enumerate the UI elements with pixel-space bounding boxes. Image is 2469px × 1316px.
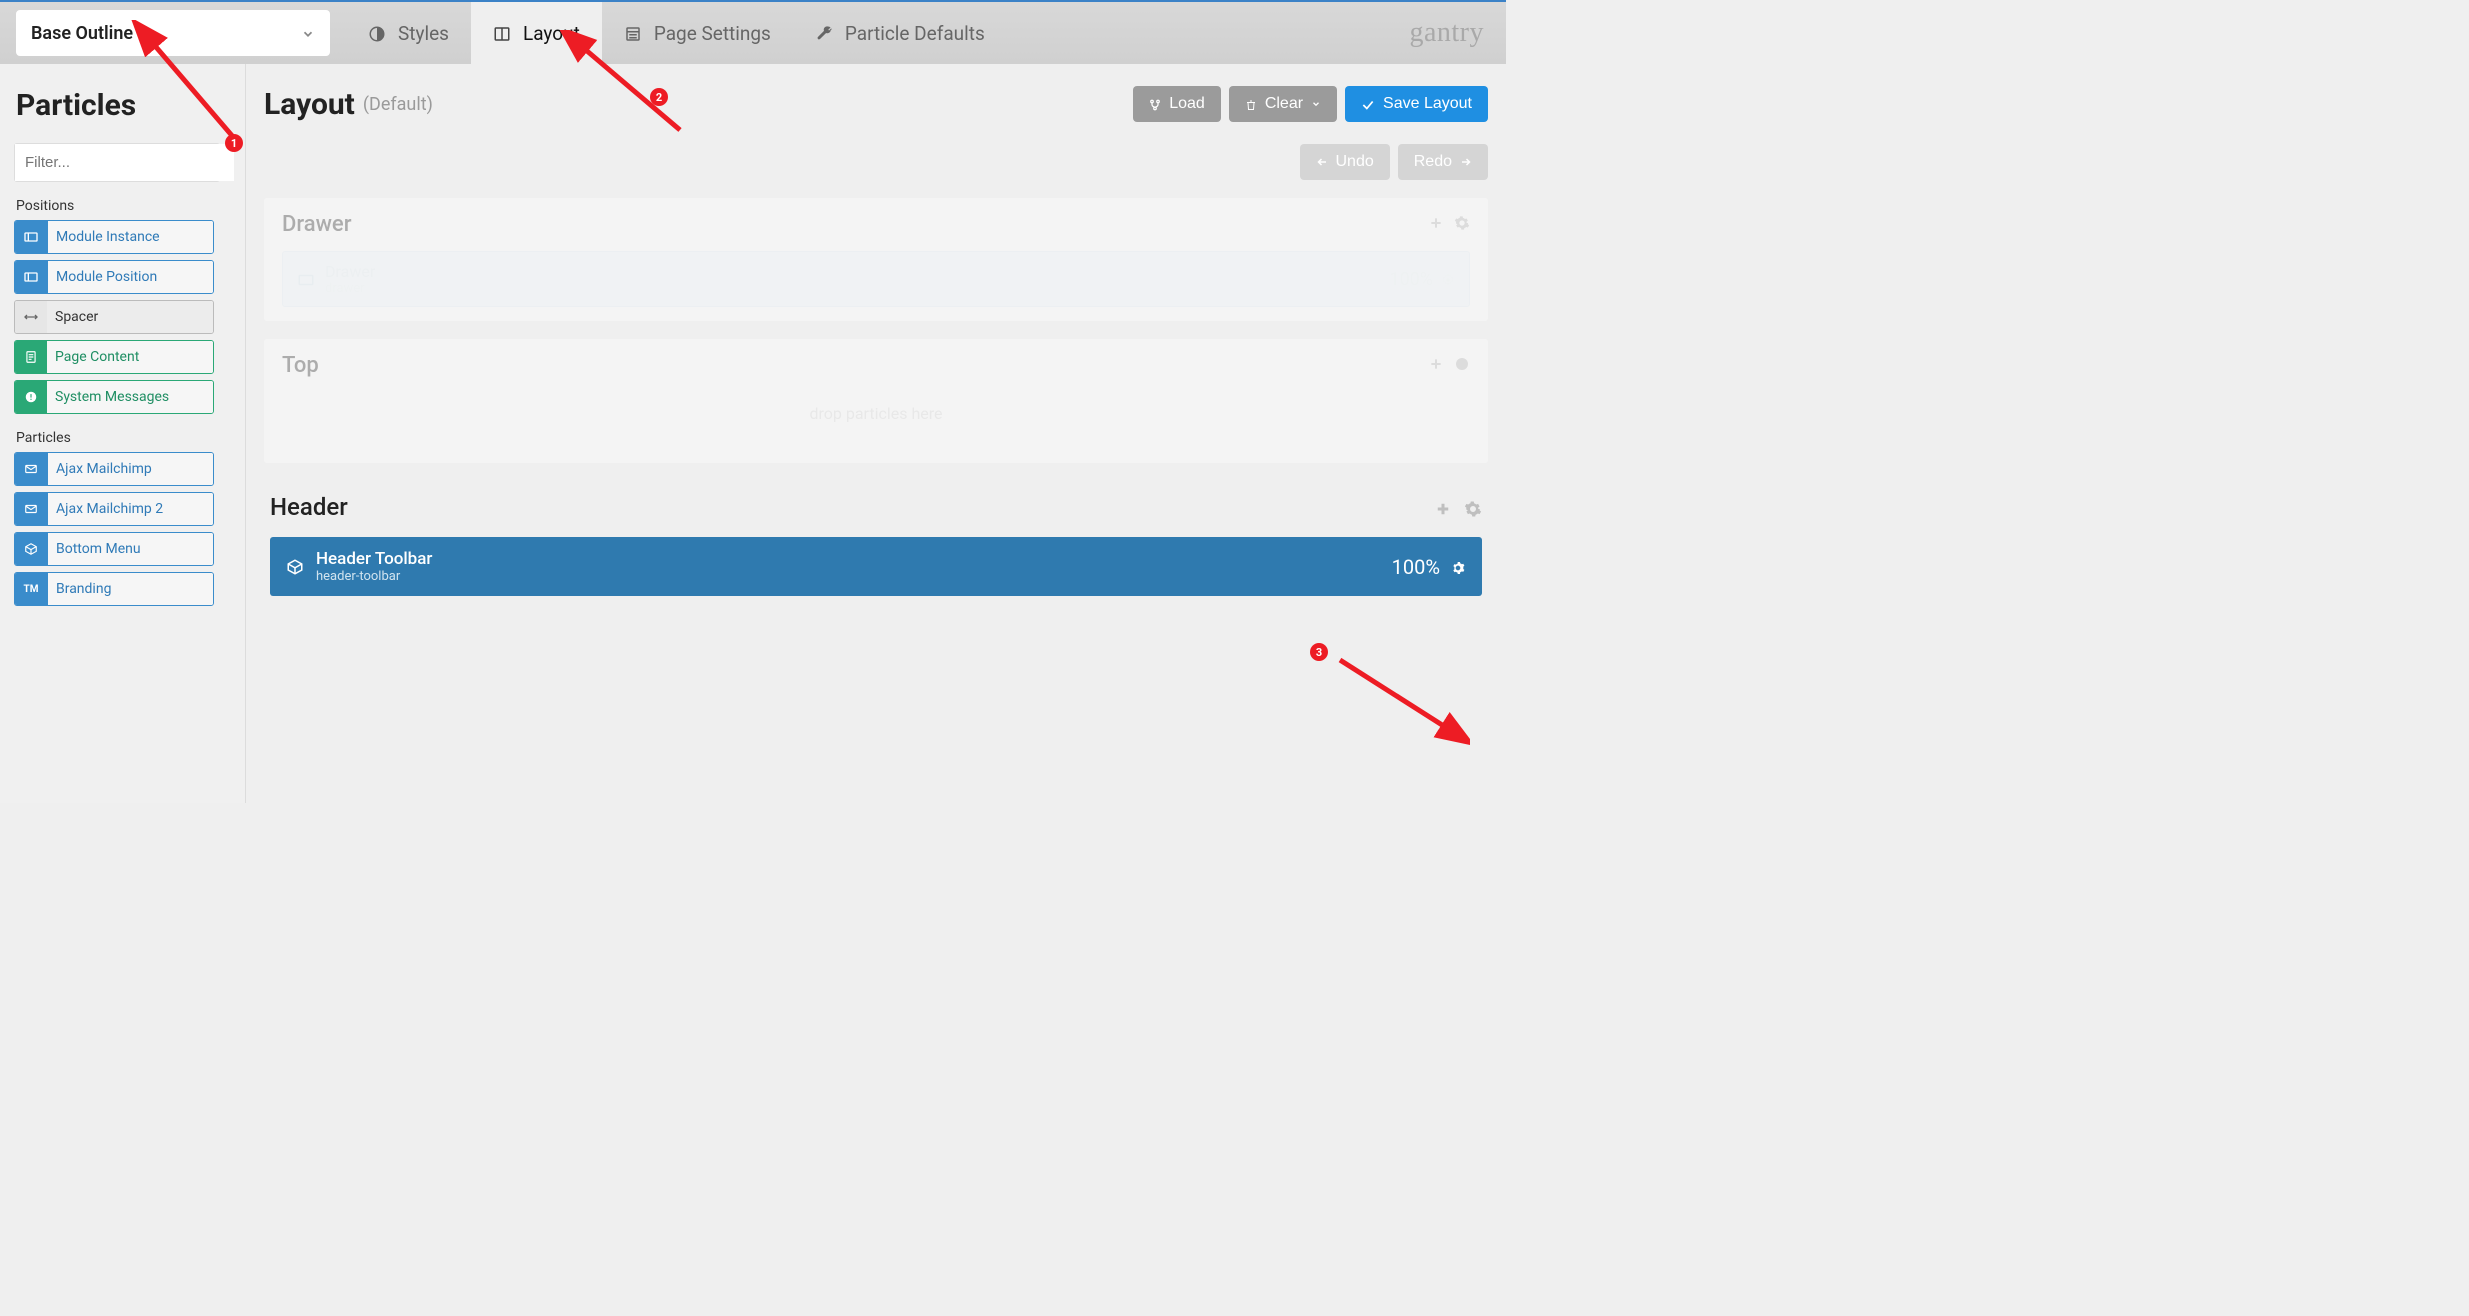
columns-icon — [493, 22, 511, 45]
search-icon[interactable] — [234, 153, 246, 172]
branding-icon: TM — [15, 573, 47, 605]
section-header: Header Header Toolbar header-toolbar 100… — [264, 493, 1488, 596]
page-icon — [624, 22, 642, 45]
tab-page-settings-label: Page Settings — [654, 22, 771, 45]
positions-label: Positions — [16, 198, 231, 214]
trash-icon — [1245, 96, 1257, 112]
chevron-down-icon — [1311, 95, 1321, 113]
annotation-badge-2: 2 — [650, 88, 668, 106]
redo-button[interactable]: Redo — [1398, 144, 1488, 180]
section-top-title: Top — [282, 353, 1470, 378]
system-messages-icon — [15, 381, 47, 413]
tab-layout[interactable]: Layout — [471, 2, 602, 64]
tab-page-settings[interactable]: Page Settings — [602, 2, 793, 64]
particle-spacer[interactable]: Spacer — [14, 300, 214, 334]
drop-zone[interactable]: drop particles here — [282, 378, 1470, 449]
gear-icon[interactable] — [1464, 495, 1482, 519]
cube-icon — [15, 533, 47, 565]
particle-module-position[interactable]: Module Position — [14, 260, 214, 294]
contrast-icon — [368, 22, 386, 45]
module-instance-icon — [15, 221, 47, 253]
arrow-right-icon — [1460, 153, 1472, 171]
wrench-icon — [815, 22, 833, 45]
gear-icon[interactable] — [1441, 269, 1455, 290]
filter-input[interactable] — [15, 144, 234, 181]
sidebar: Particles Positions Module Instance Modu… — [0, 64, 246, 803]
plus-icon[interactable] — [1428, 353, 1444, 374]
particle-module-instance[interactable]: Module Instance — [14, 220, 214, 254]
header-toolbar-slot[interactable]: Header Toolbar header-toolbar 100% — [270, 537, 1482, 596]
tab-particle-defaults[interactable]: Particle Defaults — [793, 2, 1007, 64]
section-header-title: Header — [270, 493, 348, 521]
gear-icon[interactable] — [1454, 353, 1470, 374]
page-content-icon — [15, 341, 47, 373]
gear-icon[interactable] — [1450, 555, 1466, 579]
particle-ajax-mailchimp[interactable]: Ajax Mailchimp — [14, 452, 214, 486]
page-subtitle: (Default) — [363, 94, 433, 115]
content-area: Layout (Default) Load Clear Save Layout — [246, 64, 1506, 803]
tab-particle-defaults-label: Particle Defaults — [845, 22, 985, 45]
tab-styles-label: Styles — [398, 22, 449, 45]
chevron-down-icon — [301, 24, 315, 43]
particle-ajax-mailchimp-2[interactable]: Ajax Mailchimp 2 — [14, 492, 214, 526]
filter-wrapper — [14, 143, 220, 182]
outline-dropdown[interactable]: Base Outline — [16, 10, 330, 56]
module-position-icon — [15, 261, 47, 293]
spacer-icon — [15, 301, 47, 333]
branch-icon — [1149, 96, 1161, 112]
check-icon — [1361, 96, 1375, 112]
tab-layout-label: Layout — [523, 22, 580, 45]
sidebar-title: Particles — [16, 88, 231, 123]
cube-icon — [286, 557, 316, 577]
annotation-badge-1: 1 — [225, 134, 243, 152]
annotation-badge-3: 3 — [1310, 643, 1328, 661]
gear-icon[interactable] — [1454, 212, 1470, 233]
envelope-icon — [15, 493, 47, 525]
section-drawer-title: Drawer — [282, 212, 1470, 237]
plus-icon[interactable] — [1434, 495, 1452, 519]
arrow-left-icon — [1316, 153, 1328, 171]
gantry-logo: gantry — [1387, 2, 1506, 64]
load-button[interactable]: Load — [1133, 86, 1221, 122]
undo-button[interactable]: Undo — [1300, 144, 1390, 180]
particle-page-content[interactable]: Page Content — [14, 340, 214, 374]
top-nav: Base Outline Styles Layout Page Settings… — [0, 2, 1506, 64]
page-title: Layout — [264, 87, 355, 122]
tab-styles[interactable]: Styles — [346, 2, 471, 64]
outline-dropdown-label: Base Outline — [31, 23, 133, 44]
particle-bottom-menu[interactable]: Bottom Menu — [14, 532, 214, 566]
particle-branding[interactable]: TM Branding — [14, 572, 214, 606]
plus-icon[interactable] — [1428, 212, 1444, 233]
save-layout-button[interactable]: Save Layout — [1345, 86, 1488, 122]
envelope-icon — [15, 453, 47, 485]
particle-system-messages[interactable]: System Messages — [14, 380, 214, 414]
particles-label: Particles — [16, 430, 231, 446]
module-icon — [297, 269, 325, 289]
drawer-slot[interactable]: Drawer drawer 100% — [282, 251, 1470, 307]
clear-button[interactable]: Clear — [1229, 86, 1337, 122]
section-top: Top drop particles here — [264, 339, 1488, 463]
section-drawer: Drawer Drawer drawer 100% — [264, 198, 1488, 321]
